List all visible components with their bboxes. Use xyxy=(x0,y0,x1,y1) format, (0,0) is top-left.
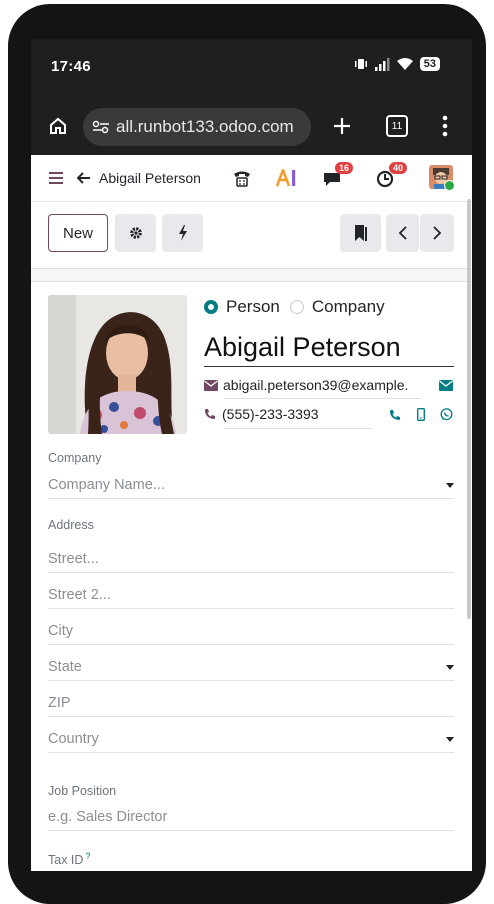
browser-toolbar: all.runbot133.odoo.com 11 xyxy=(31,99,472,155)
zip-input[interactable]: ZIP xyxy=(48,695,454,717)
wifi-icon xyxy=(396,58,413,70)
email-underline xyxy=(224,398,421,399)
bookmark-icon xyxy=(354,225,367,241)
messages-menu[interactable]: 16 xyxy=(322,162,354,193)
radio-person-label[interactable]: Person xyxy=(226,297,280,317)
state-select[interactable]: State xyxy=(48,659,454,681)
back-arrow-icon[interactable] xyxy=(77,172,91,184)
radio-company-label[interactable]: Company xyxy=(312,297,385,317)
page-scrollbar[interactable] xyxy=(467,199,471,619)
contact-photo-image xyxy=(48,295,187,434)
ai-icon[interactable] xyxy=(276,169,298,187)
country-select[interactable]: Country xyxy=(48,731,454,753)
app-navbar: Abigail Peterson 16 40 xyxy=(31,155,472,202)
phone-row: (555)-233-3393 xyxy=(204,406,319,422)
control-panel: New xyxy=(31,202,472,268)
quick-actions-button[interactable] xyxy=(162,214,203,252)
home-icon[interactable] xyxy=(48,116,68,136)
company-label: Company xyxy=(48,451,102,465)
online-status-dot xyxy=(444,180,455,191)
new-button[interactable]: New xyxy=(48,214,108,252)
street2-input[interactable]: Street 2... xyxy=(48,587,454,609)
phone-underline xyxy=(224,428,372,429)
whatsapp-icon[interactable] xyxy=(440,408,453,421)
call-icon[interactable] xyxy=(389,409,401,421)
status-bar: 17:46 53 xyxy=(31,39,472,99)
caret-down-icon xyxy=(446,483,454,488)
actions-gear-button[interactable] xyxy=(115,214,156,252)
battery-indicator: 53 xyxy=(419,57,440,71)
activities-badge: 40 xyxy=(389,162,408,174)
breadcrumb-current[interactable]: Abigail Peterson xyxy=(99,170,201,186)
company-type-radio: Person Company xyxy=(204,297,385,317)
address-label: Address xyxy=(48,518,94,532)
tax-id-label-text: Tax ID xyxy=(48,853,84,868)
tax-id-label: Tax ID? xyxy=(48,851,90,867)
contact-name-input[interactable]: Abigail Peterson xyxy=(204,332,454,367)
email-row: abigail.peterson39@example. xyxy=(204,377,423,393)
messages-badge: 16 xyxy=(335,162,354,174)
sms-icon[interactable] xyxy=(417,408,425,421)
radio-company[interactable] xyxy=(289,300,304,314)
radio-person[interactable] xyxy=(204,300,218,314)
street-input[interactable]: Street... xyxy=(48,551,454,573)
browser-menu-icon[interactable] xyxy=(442,115,448,137)
email-input[interactable]: abigail.peterson39@example. xyxy=(223,377,423,393)
new-tab-icon[interactable] xyxy=(332,116,352,136)
job-position-input[interactable]: e.g. Sales Director xyxy=(48,809,454,831)
menu-icon[interactable] xyxy=(49,172,63,184)
company-placeholder: Company Name... xyxy=(48,477,165,493)
tab-switcher-button[interactable]: 11 xyxy=(386,115,408,137)
job-position-label: Job Position xyxy=(48,784,117,798)
gear-icon xyxy=(129,227,142,239)
signal-icon xyxy=(374,58,390,71)
previous-record-button[interactable] xyxy=(386,214,419,252)
country-placeholder: Country xyxy=(48,731,99,747)
state-placeholder: State xyxy=(48,659,82,675)
site-settings-icon[interactable] xyxy=(92,120,110,134)
chevron-right-icon xyxy=(433,226,442,240)
form-separator xyxy=(31,268,468,282)
user-avatar[interactable] xyxy=(429,165,455,191)
tax-id-help-icon[interactable]: ? xyxy=(85,851,90,861)
contact-photo[interactable] xyxy=(48,295,187,434)
envelope-icon xyxy=(204,379,218,391)
next-record-button[interactable] xyxy=(420,214,454,252)
phone-input[interactable]: (555)-233-3393 xyxy=(222,406,319,422)
chevron-left-icon xyxy=(398,226,407,240)
caret-down-icon xyxy=(446,665,454,670)
phone-screen: 17:46 53 all.runbot133.odoo.com 11 Abiga… xyxy=(31,39,472,871)
activities-menu[interactable]: 40 xyxy=(376,162,408,193)
vibrate-icon xyxy=(354,59,367,69)
phone-dialer-icon[interactable] xyxy=(232,168,252,188)
status-time: 17:46 xyxy=(51,58,91,75)
city-input[interactable]: City xyxy=(48,623,454,645)
caret-down-icon xyxy=(446,737,454,742)
company-select[interactable]: Company Name... xyxy=(48,477,454,499)
status-icons: 53 xyxy=(354,57,440,71)
phone-frame: 17:46 53 all.runbot133.odoo.com 11 Abiga… xyxy=(0,0,494,904)
bookmark-button[interactable] xyxy=(340,214,381,252)
address-bar[interactable]: all.runbot133.odoo.com xyxy=(83,108,311,146)
send-email-icon[interactable] xyxy=(439,380,453,391)
phone-icon xyxy=(205,409,215,419)
bolt-icon xyxy=(178,225,187,241)
url-text: all.runbot133.odoo.com xyxy=(116,117,294,136)
